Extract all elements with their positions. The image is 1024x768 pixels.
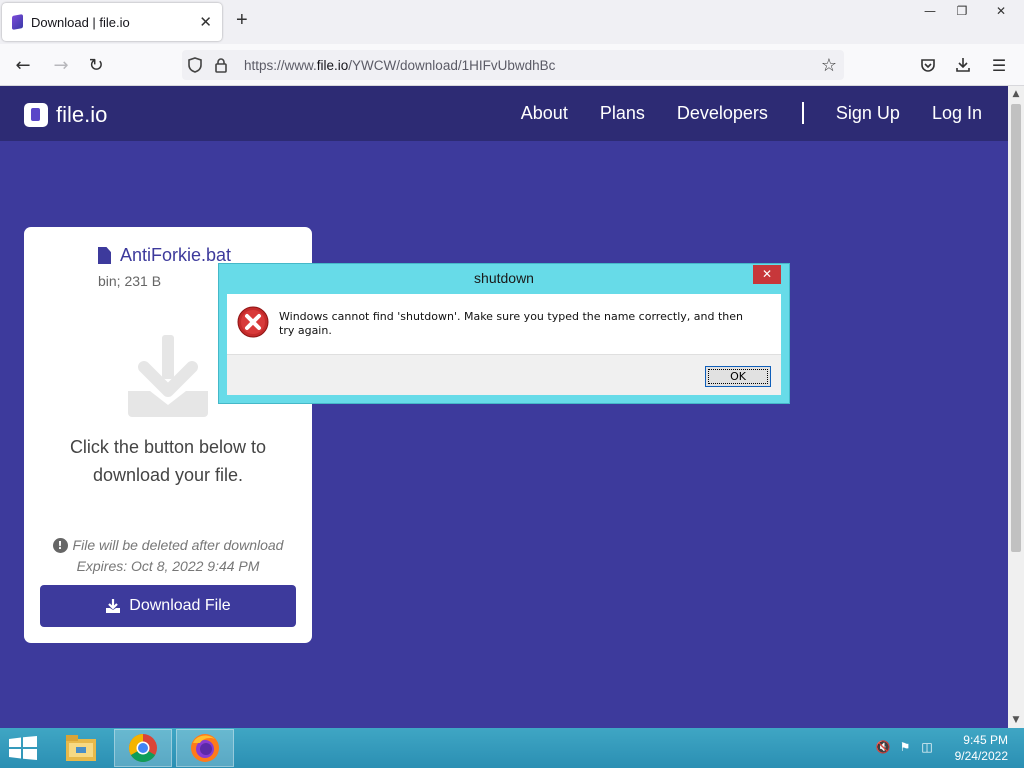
delete-warning-text: File will be deleted after download [72,537,284,553]
window-close-icon[interactable]: ✕ [978,0,1024,22]
system-tray: 🔇 ⚑ ◫ [872,740,938,754]
exclamation-icon: ! [52,537,68,553]
dialog-body: Windows cannot find 'shutdown'. Make sur… [227,294,781,354]
network-disconnected-icon[interactable]: ◫ [916,740,938,754]
delete-warning: ! File will be deleted after download [24,537,312,553]
windows-start-icon[interactable] [8,736,38,760]
reload-icon[interactable]: ↻ [83,52,109,78]
taskbar-file-explorer[interactable] [52,729,110,767]
fileio-logo-icon [24,103,48,127]
minimize-icon[interactable]: — [914,0,946,22]
url-scheme: https://www. [244,57,317,73]
nav-link-plans[interactable]: Plans [600,103,645,124]
clock-date: 9/24/2022 [954,749,1008,763]
error-dialog: shutdown ✕ Windows cannot find 'shutdown… [218,263,790,404]
lock-icon[interactable] [208,50,234,80]
browser-toolbar: ← → ↻ https://www.file.io/YWCW/download/… [0,44,1024,86]
dialog-close-button[interactable]: ✕ [753,265,781,284]
download-file-button[interactable]: Download File [40,585,296,627]
window-controls: — ❐ ✕ [914,0,1024,22]
dialog-title: shutdown [474,270,534,286]
site-nav: About Plans Developers Sign Up Log In [489,102,982,124]
error-icon [237,306,269,338]
url-text: https://www.file.io/YWCW/download/1HIFvU… [244,58,814,73]
page-scrollbar[interactable]: ▲ ▼ [1008,86,1024,728]
file-meta: bin; 231 B [98,273,162,289]
site-header: file.io About Plans Developers Sign Up L… [0,86,1008,141]
close-tab-icon[interactable]: ✕ [199,14,212,30]
url-host: file.io [316,57,349,73]
nav-link-about[interactable]: About [521,103,568,124]
card-message-line1: Click the button below to [69,437,267,457]
restore-icon[interactable]: ❐ [946,0,978,22]
file-title: AntiForkie.bat [98,245,231,266]
nav-link-log-in[interactable]: Log In [932,103,982,124]
fileio-favicon-icon [12,14,23,30]
windows-taskbar: 🔇 ⚑ ◫ 9:45 PM 9/24/2022 [0,728,1024,768]
nav-divider [801,102,804,124]
scroll-up-arrow-icon[interactable]: ▲ [1008,86,1024,102]
forward-arrow-icon[interactable]: → [48,52,74,78]
back-arrow-icon[interactable]: ← [10,52,36,78]
menu-hamburger-icon[interactable]: ☰ [986,52,1012,78]
browser-tab[interactable]: Download | file.io ✕ [2,3,222,41]
volume-muted-icon[interactable]: 🔇 [872,740,894,754]
dialog-message: Windows cannot find 'shutdown'. Make sur… [279,310,743,337]
taskbar-firefox[interactable] [176,729,234,767]
downloads-icon[interactable] [950,52,976,78]
pocket-icon[interactable] [915,52,941,78]
card-message: Click the button below to download your … [24,433,312,489]
dialog-footer: OK [227,354,781,395]
url-path: /YWCW/download/1HIFvUbwdhBc [348,57,556,73]
scroll-down-arrow-icon[interactable]: ▼ [1008,712,1024,728]
clock-time: 9:45 PM [963,733,1008,747]
download-button-label: Download File [129,597,231,614]
browser-tab-bar: Download | file.io ✕ + — ❐ ✕ [0,0,1024,44]
expiry-text: Expires: Oct 8, 2022 9:44 PM [76,558,260,574]
firefox-icon [191,734,219,762]
file-name: AntiForkie.bat [120,245,232,265]
nav-link-sign-up[interactable]: Sign Up [836,103,900,124]
action-center-flag-icon[interactable]: ⚑ [894,740,916,754]
nav-link-developers[interactable]: Developers [677,103,768,124]
new-tab-button[interactable]: + [236,10,248,30]
download-illustration-icon [128,335,208,417]
site-logo[interactable]: file.io [24,102,107,128]
bookmark-star-icon[interactable]: ☆ [814,55,844,76]
logo-text: file.io [56,102,108,127]
tab-title: Download | file.io [31,14,130,30]
file-icon [98,247,111,264]
tracking-shield-icon[interactable] [182,50,208,80]
ok-button[interactable]: OK [705,366,771,387]
download-icon [106,599,121,613]
address-bar[interactable]: https://www.file.io/YWCW/download/1HIFvU… [182,50,844,80]
chrome-icon [129,734,157,762]
scrollbar-thumb[interactable] [1011,104,1021,552]
taskbar-clock[interactable]: 9:45 PM 9/24/2022 [955,732,1008,764]
file-explorer-icon [66,735,96,761]
card-message-line2: download your file. [92,465,244,485]
taskbar-chrome[interactable] [114,729,172,767]
